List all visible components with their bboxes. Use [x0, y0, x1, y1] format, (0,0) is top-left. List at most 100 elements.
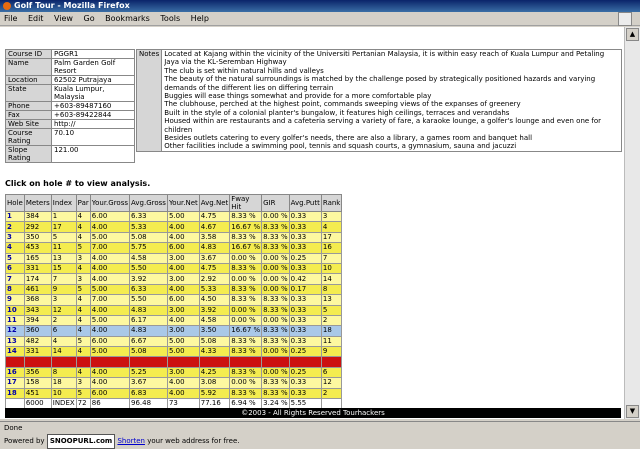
scroll-up-icon[interactable]: ▲	[626, 28, 639, 41]
table-cell: 0.33	[288, 231, 322, 244]
notes-line: demands of the different lies on differi…	[164, 83, 334, 92]
hole-number-link[interactable]: 15	[5, 356, 25, 368]
table-cell: 3.00	[166, 325, 200, 337]
menu-bookmarks[interactable]: Bookmarks	[101, 12, 154, 26]
hole-number-link[interactable]: 7	[5, 273, 25, 285]
table-cell: 8.33 %	[261, 377, 290, 389]
column-header: Hole	[5, 194, 25, 212]
holes-table: Hole Meters Index Par Your.Gross Avg.Gross You…	[5, 194, 343, 410]
table-cell: 4	[75, 346, 91, 358]
table-cell: 6.00	[166, 242, 200, 254]
notes-label: Notes	[135, 49, 163, 152]
table-row: 16 356 8 4 4.00 5.25 3.00 4.25 8.33 % 0.00 % 0.25 6	[5, 366, 343, 379]
notes-line: Besides outlets catering to every golfer…	[164, 134, 533, 143]
table-cell: 8.33 %	[229, 335, 263, 348]
menu-edit[interactable]: Edit	[24, 12, 48, 26]
table-cell: 4	[75, 325, 91, 337]
table-cell: 7	[50, 273, 77, 285]
shorten-link[interactable]: Shorten	[117, 437, 145, 445]
table-cell: 5	[50, 231, 77, 244]
hole-number-link[interactable]: 18	[5, 387, 25, 400]
table-cell: 14	[320, 273, 343, 285]
table-cell: 0.25	[288, 252, 322, 264]
table-cell: 292	[23, 221, 52, 233]
table-cell: 5.08	[198, 335, 231, 348]
table-cell: 4.00	[166, 387, 200, 400]
table-cell: 4	[75, 231, 91, 244]
table-cell	[166, 356, 200, 368]
table-cell: 7	[320, 252, 343, 264]
table-cell: 8.33 %	[261, 242, 290, 254]
hole-number-link[interactable]: 2	[5, 221, 25, 233]
table-cell: 3.00	[166, 304, 200, 316]
table-cell: 343	[23, 304, 52, 316]
menu-file[interactable]: File	[0, 12, 21, 26]
table-cell: 5.50	[129, 262, 168, 275]
table-cell: 6.00	[166, 294, 200, 306]
table-cell: 350	[23, 231, 52, 244]
table-cell: 8.33 %	[229, 387, 263, 400]
column-header: Avg.Gross	[129, 194, 168, 212]
hole-number-link[interactable]: 16	[5, 366, 25, 379]
course-info-row: Phone +603-89487160	[5, 101, 135, 111]
hole-number-link[interactable]: 11	[5, 314, 25, 327]
course-info-key: Web Site	[5, 119, 52, 129]
table-cell: 8.33 %	[261, 387, 290, 400]
table-cell: 3.67	[198, 252, 231, 264]
table-cell: 3.92	[129, 273, 168, 285]
throbber-icon	[618, 12, 632, 26]
hole-number-link[interactable]: 12	[5, 325, 25, 337]
table-cell: 6.33	[129, 210, 168, 223]
course-info-value: 62502 Putrajaya	[51, 75, 135, 85]
table-cell: 0.33	[288, 210, 322, 223]
hole-number-link[interactable]: 9	[5, 294, 25, 306]
course-info-key: Slope Rating	[5, 145, 52, 163]
table-cell: 4.00	[166, 221, 200, 233]
table-cell: 6	[50, 325, 77, 337]
menu-tools[interactable]: Tools	[156, 12, 184, 26]
notes-line: The club is set within natural hills and…	[164, 66, 324, 75]
hole-number-link[interactable]: 3	[5, 231, 25, 244]
hole-number-link[interactable]: 17	[5, 377, 25, 389]
hole-number-link[interactable]: 6	[5, 262, 25, 275]
table-row: 14 331 14 4 5.00 5.08 5.00 4.33 8.33 % 0.00 % 0.25…	[5, 346, 343, 358]
menu-go[interactable]: Go	[80, 12, 99, 26]
menu-view[interactable]: View	[50, 12, 77, 26]
hole-number-link[interactable]: 8	[5, 283, 25, 296]
hole-number-link[interactable]: 10	[5, 304, 25, 316]
table-cell: 0.00 %	[229, 314, 263, 327]
table-cell: 4.00	[89, 377, 131, 389]
hole-number-link[interactable]: 14	[5, 346, 25, 358]
hole-number-link[interactable]: 4	[5, 242, 25, 254]
scroll-down-icon[interactable]: ▼	[626, 405, 639, 418]
menu-help[interactable]: Help	[187, 12, 213, 26]
table-cell: 18	[320, 325, 343, 337]
table-cell: 0.00 %	[229, 252, 263, 264]
table-cell: 4.33	[198, 346, 231, 358]
vertical-scrollbar[interactable]: ▲ ▼	[624, 27, 640, 419]
table-cell: 5	[75, 242, 91, 254]
hole-number-link[interactable]: 1	[5, 210, 25, 223]
table-cell: 0.33	[288, 242, 322, 254]
table-cell: 5	[320, 304, 343, 316]
table-cell: 4.83	[129, 304, 168, 316]
course-info-row: Fax +603-89422844	[5, 110, 135, 120]
table-row: 12 360 6 4 4.00 4.83 3.00 3.50 16.67 % 8.33 % 0.33…	[5, 325, 343, 337]
table-cell: 0.33	[288, 294, 322, 306]
table-cell: 6.17	[129, 314, 168, 327]
table-cell: 6	[320, 366, 343, 379]
hole-number-link[interactable]: 13	[5, 335, 25, 348]
table-cell: 0.33	[288, 377, 322, 389]
table-cell: 2	[320, 314, 343, 327]
table-cell: 8.33 %	[229, 346, 263, 358]
table-cell: 0.00 %	[229, 304, 263, 316]
column-header: Avg.Net	[198, 194, 231, 212]
table-cell: 8.33 %	[261, 304, 290, 316]
table-cell: 3.67	[129, 377, 168, 389]
notes-text: Located at Kajang within the vicinity of…	[161, 49, 622, 152]
table-cell: 3.50	[198, 325, 231, 337]
table-cell: 5.25	[129, 366, 168, 379]
table-cell: 13	[50, 252, 77, 264]
hole-number-link[interactable]: 5	[5, 252, 25, 264]
table-cell: 461	[23, 283, 52, 296]
